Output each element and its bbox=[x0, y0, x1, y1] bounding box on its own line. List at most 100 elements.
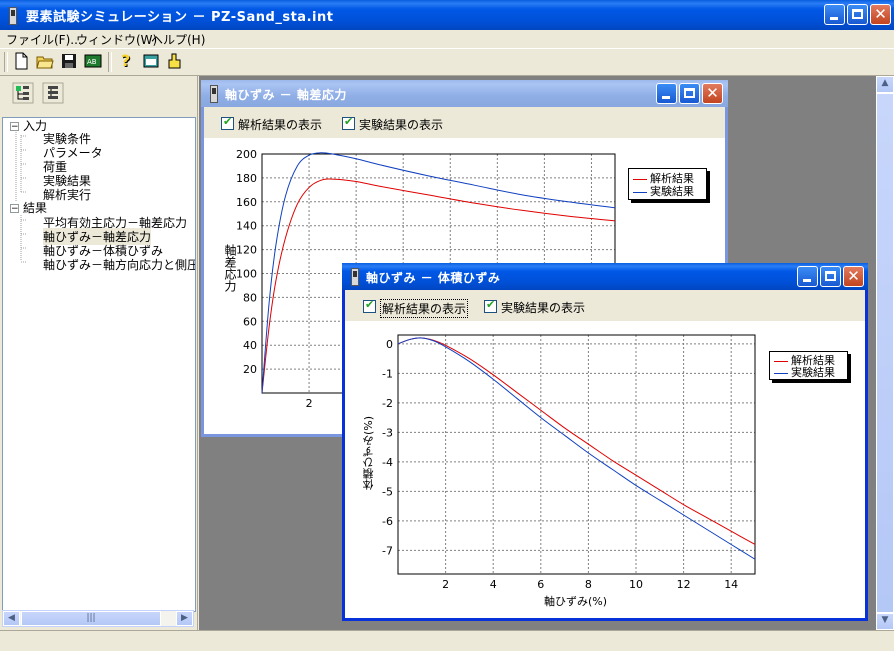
y-tick-label: -7 bbox=[382, 544, 393, 557]
x-tick-label: 8 bbox=[585, 578, 592, 591]
scroll-thumb[interactable]: ||| bbox=[21, 611, 161, 626]
y-tick-label: -3 bbox=[382, 426, 393, 439]
vertical-scroll-thumb[interactable] bbox=[876, 93, 894, 613]
win2-legend-experiment-label: 実験結果 bbox=[791, 366, 835, 379]
y-tick-label: 140 bbox=[236, 220, 257, 233]
svg-text:AB: AB bbox=[87, 58, 97, 66]
win1-legend: 解析結果 実験結果 bbox=[628, 168, 707, 200]
axial-volumetric-title-bar[interactable]: 軸ひずみ － 体積ひずみ ✕ bbox=[342, 263, 868, 290]
x-tick-label: 12 bbox=[677, 578, 691, 591]
menu-bar: ファイル(F)... ウィンドウ(W) ヘルプ(H) bbox=[0, 30, 894, 48]
axial-volumetric-title: 軸ひずみ － 体積ひずみ bbox=[366, 271, 501, 285]
axial-volumetric-window[interactable]: 軸ひずみ － 体積ひずみ ✕ 解析結果の表示 実験結果の表示 0 -1 -2 -3 -4… bbox=[342, 263, 868, 621]
axial-deviator-title-bar[interactable]: 軸ひずみ － 軸差応力 ✕ bbox=[201, 80, 728, 107]
scroll-up-button[interactable]: ▲ bbox=[876, 76, 894, 93]
x-tick-label: 4 bbox=[490, 578, 497, 591]
menu-window[interactable]: ウィンドウ(W) bbox=[76, 31, 157, 48]
user-icon[interactable] bbox=[166, 52, 184, 70]
win2-close-button[interactable]: ✕ bbox=[843, 266, 864, 287]
navigation-tree[interactable]: − 入力 実験条件 パラメータ 荷重 実験結果 解析実行 − 結果 平均有効主応… bbox=[2, 117, 196, 612]
toolbar-grip bbox=[4, 52, 8, 72]
win2-show-analysis-checkbox[interactable] bbox=[363, 298, 376, 313]
maximize-icon bbox=[825, 271, 836, 281]
win1-maximize-button[interactable] bbox=[679, 83, 700, 104]
x-tick-label: 2 bbox=[306, 397, 313, 410]
win1-show-analysis-checkbox[interactable] bbox=[221, 115, 234, 130]
y-tick-label: 60 bbox=[243, 315, 257, 328]
menu-file[interactable]: ファイル(F)... bbox=[6, 31, 82, 48]
win1-y-axis-label: 軸差応力 bbox=[223, 244, 237, 292]
workspace-vertical-scrollbar[interactable]: ▲ ▼ bbox=[876, 76, 894, 630]
scroll-right-button[interactable]: ▶ bbox=[176, 611, 193, 626]
help-icon[interactable]: ?? bbox=[118, 52, 136, 70]
main-title-bar[interactable]: 要素試験シミュレーション － PZ-Sand_sta.int ✕ bbox=[0, 0, 894, 30]
win2-show-analysis-label: 解析結果の表示 bbox=[380, 299, 469, 318]
run-icon[interactable]: AB bbox=[84, 52, 102, 70]
win1-show-experiment-checkbox[interactable] bbox=[342, 115, 355, 130]
new-file-icon[interactable] bbox=[12, 52, 30, 70]
minimize-icon bbox=[662, 96, 670, 99]
close-icon: ✕ bbox=[874, 5, 887, 23]
win2-x-axis-label: 軸ひずみ(%) bbox=[544, 595, 608, 608]
tree-item-run-analysis[interactable]: 解析実行 bbox=[43, 186, 91, 203]
toolbar-separator bbox=[108, 52, 112, 72]
x-tick-label: 6 bbox=[537, 578, 544, 591]
status-bar bbox=[0, 630, 894, 651]
win1-minimize-button[interactable] bbox=[656, 83, 677, 104]
win1-show-analysis-label: 解析結果の表示 bbox=[238, 118, 323, 132]
y-tick-label: 160 bbox=[236, 196, 257, 209]
scroll-left-button[interactable]: ◀ bbox=[3, 611, 20, 626]
y-tick-label: 20 bbox=[243, 363, 257, 376]
series-line-analysis bbox=[397, 337, 756, 545]
window-icon bbox=[210, 85, 218, 103]
win1-legend-experiment-label: 実験結果 bbox=[650, 185, 694, 198]
y-tick-label: 200 bbox=[236, 148, 257, 161]
y-tick-label: -1 bbox=[382, 367, 393, 380]
y-tick-label: 40 bbox=[243, 339, 257, 352]
menu-help[interactable]: ヘルプ(H) bbox=[151, 31, 205, 48]
win1-close-button[interactable]: ✕ bbox=[702, 83, 723, 104]
window-icon bbox=[351, 268, 359, 286]
series-line-experiment bbox=[397, 337, 756, 560]
scroll-down-button[interactable]: ▼ bbox=[876, 613, 894, 630]
x-tick-label: 10 bbox=[629, 578, 643, 591]
y-tick-label: 80 bbox=[243, 291, 257, 304]
maximize-button[interactable] bbox=[847, 4, 868, 25]
plot-frame bbox=[397, 334, 756, 575]
y-tick-label: 100 bbox=[236, 268, 257, 281]
win2-show-experiment-label: 実験結果の表示 bbox=[501, 301, 586, 315]
window-icon[interactable] bbox=[142, 52, 160, 70]
y-tick-label: -6 bbox=[382, 515, 393, 528]
app-icon bbox=[9, 7, 17, 25]
win2-y-axis-label: 体積ひずみ(%) bbox=[362, 416, 375, 491]
maximize-icon bbox=[852, 9, 863, 19]
y-tick-label: -5 bbox=[382, 485, 393, 498]
win2-maximize-button[interactable] bbox=[820, 266, 841, 287]
y-tick-label: 180 bbox=[236, 172, 257, 185]
toolbar: AB ?? bbox=[0, 48, 894, 76]
close-icon: ✕ bbox=[847, 267, 860, 285]
tree-item-axial-strain-stress-confining[interactable]: 軸ひずみ－軸方向応力と側圧 bbox=[43, 256, 195, 273]
minimize-button[interactable] bbox=[824, 4, 845, 25]
tree-expander-results[interactable]: − bbox=[10, 204, 19, 214]
win2-minimize-button[interactable] bbox=[797, 266, 818, 287]
win2-show-experiment-checkbox[interactable] bbox=[484, 298, 497, 313]
win2-legend: 解析結果 実験結果 bbox=[769, 351, 848, 380]
y-tick-label: -4 bbox=[382, 456, 393, 469]
tree-horizontal-scrollbar[interactable]: ◀ ||| ▶ bbox=[2, 610, 194, 627]
window-title: 要素試験シミュレーション － PZ-Sand_sta.int bbox=[26, 10, 334, 25]
minimize-icon bbox=[830, 17, 838, 20]
y-tick-label: 120 bbox=[236, 244, 257, 257]
save-icon[interactable] bbox=[60, 52, 78, 70]
close-icon: ✕ bbox=[706, 84, 719, 102]
open-folder-icon[interactable] bbox=[36, 52, 54, 70]
win1-show-experiment-label: 実験結果の表示 bbox=[359, 118, 444, 132]
close-button[interactable]: ✕ bbox=[870, 4, 891, 25]
x-tick-label: 14 bbox=[724, 578, 738, 591]
tree-view-icon[interactable] bbox=[12, 82, 34, 104]
y-tick-label: -2 bbox=[382, 397, 393, 410]
tree-expander-input[interactable]: − bbox=[10, 122, 19, 132]
win1-legend-experiment: 実験結果 bbox=[633, 183, 694, 199]
y-tick-label: 0 bbox=[386, 338, 393, 351]
list-view-icon[interactable] bbox=[42, 82, 64, 104]
